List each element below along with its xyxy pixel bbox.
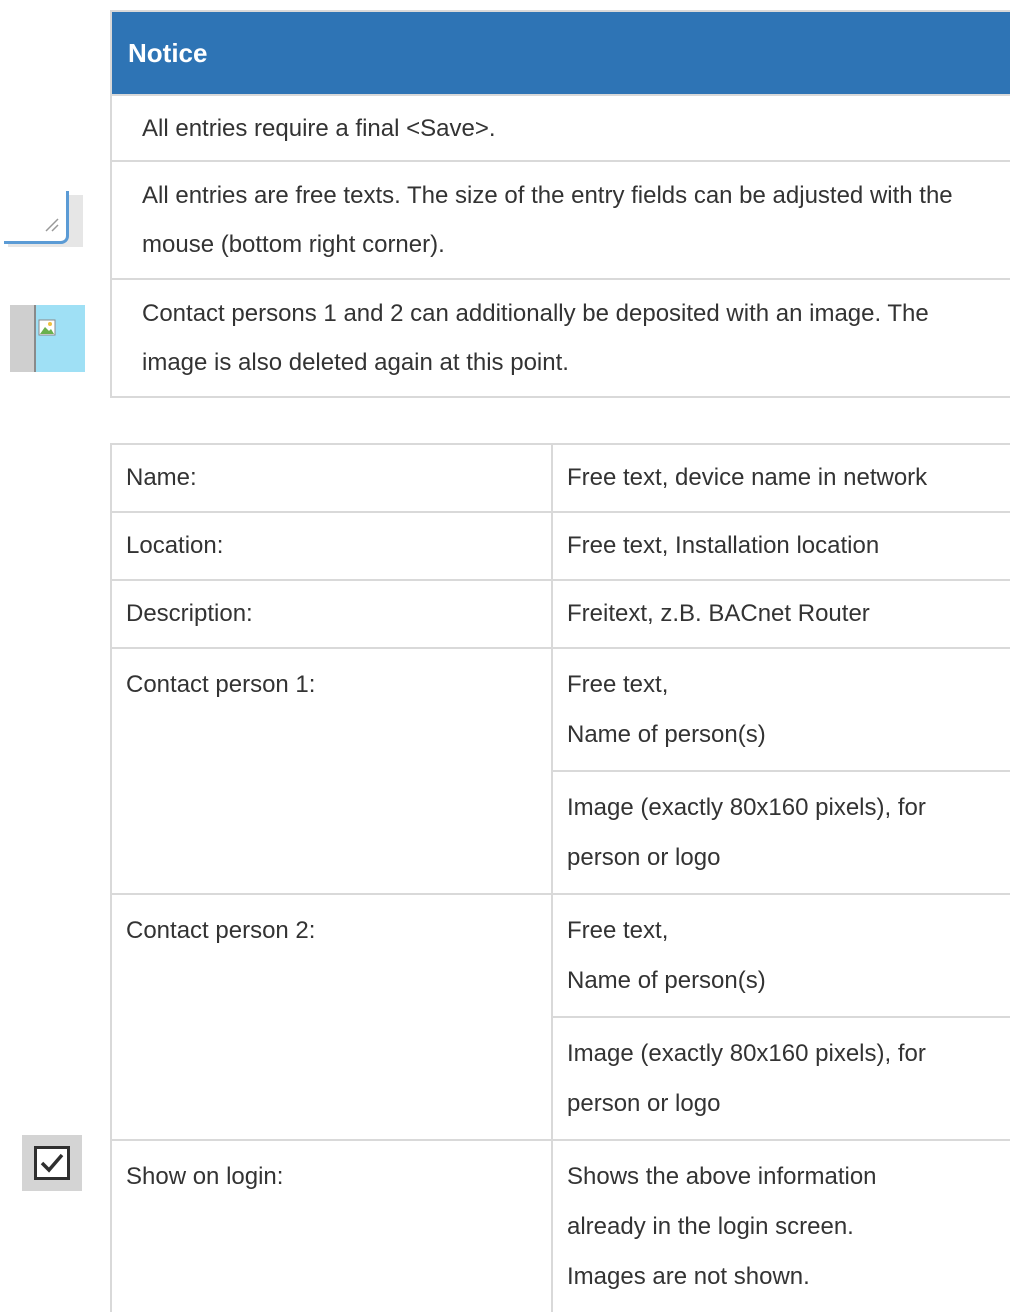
description-line: Image (exactly 80x160 pixels), for — [567, 794, 926, 821]
table-row: Show on login: Shows the above informati… — [112, 1141, 1010, 1312]
checkbox-checked-icon — [22, 1135, 82, 1191]
table-row: Location: Free text, Installation locati… — [112, 513, 1010, 581]
settings-table: Name: Free text, device name in network … — [110, 443, 1010, 1312]
notice-header: Notice — [112, 10, 1010, 94]
row-label: Contact person 1: — [112, 649, 553, 772]
row-label: Description: — [112, 581, 553, 647]
row-label: Name: — [112, 445, 553, 511]
description-line: Free text, — [567, 917, 669, 944]
row-label: Contact person 2: — [112, 895, 553, 1018]
notice-box: Notice All entries require a final <Save… — [110, 10, 1010, 398]
notice-title: Notice — [128, 37, 208, 68]
notice-item: All entries require a final <Save>. — [112, 94, 1010, 160]
row-label: Location: — [112, 513, 553, 579]
row-description: Free text, device name in network — [567, 464, 928, 491]
description-line: Name of person(s) — [567, 721, 766, 748]
description-line: Free text, — [567, 671, 669, 698]
notice-item: All entries are free texts. The size of … — [112, 160, 1010, 278]
description-line: Name of person(s) — [567, 967, 766, 994]
description-line: person or logo — [567, 1090, 721, 1117]
row-label — [112, 772, 553, 893]
table-row: Image (exactly 80x160 pixels), for perso… — [112, 772, 1010, 895]
row-description: Free text, Name of person(s) — [553, 895, 1010, 1018]
description-line: Images are not shown. — [567, 1263, 810, 1290]
table-row: Contact person 1: Free text, Name of per… — [112, 649, 1010, 772]
image-placeholder-icon — [10, 305, 85, 372]
description-line: Shows the above information — [567, 1163, 877, 1190]
notice-item-text: All entries are free texts. The size of … — [142, 182, 953, 258]
description-line: person or logo — [567, 844, 721, 871]
table-row: Contact person 2: Free text, Name of per… — [112, 895, 1010, 1018]
row-label — [112, 1018, 553, 1139]
row-description: Shows the above information already in t… — [553, 1141, 1010, 1312]
description-line: already in the login screen. — [567, 1213, 854, 1240]
row-description: Image (exactly 80x160 pixels), for perso… — [553, 1018, 1010, 1139]
row-description: Freitext, z.B. BACnet Router — [567, 600, 870, 627]
table-row: Description: Freitext, z.B. BACnet Route… — [112, 581, 1010, 649]
row-description: Free text, Installation location — [567, 532, 880, 559]
notice-item-text: All entries require a final <Save>. — [142, 114, 496, 142]
row-description: Image (exactly 80x160 pixels), for perso… — [553, 772, 1010, 893]
row-label: Show on login: — [112, 1141, 553, 1312]
resize-handle-icon — [4, 191, 83, 247]
notice-item: Contact persons 1 and 2 can additionally… — [112, 278, 1010, 396]
description-line: Image (exactly 80x160 pixels), for — [567, 1040, 926, 1067]
notice-item-text: Contact persons 1 and 2 can additionally… — [142, 300, 929, 376]
row-description: Free text, Name of person(s) — [553, 649, 1010, 772]
table-row: Image (exactly 80x160 pixels), for perso… — [112, 1018, 1010, 1141]
table-row: Name: Free text, device name in network — [112, 445, 1010, 513]
